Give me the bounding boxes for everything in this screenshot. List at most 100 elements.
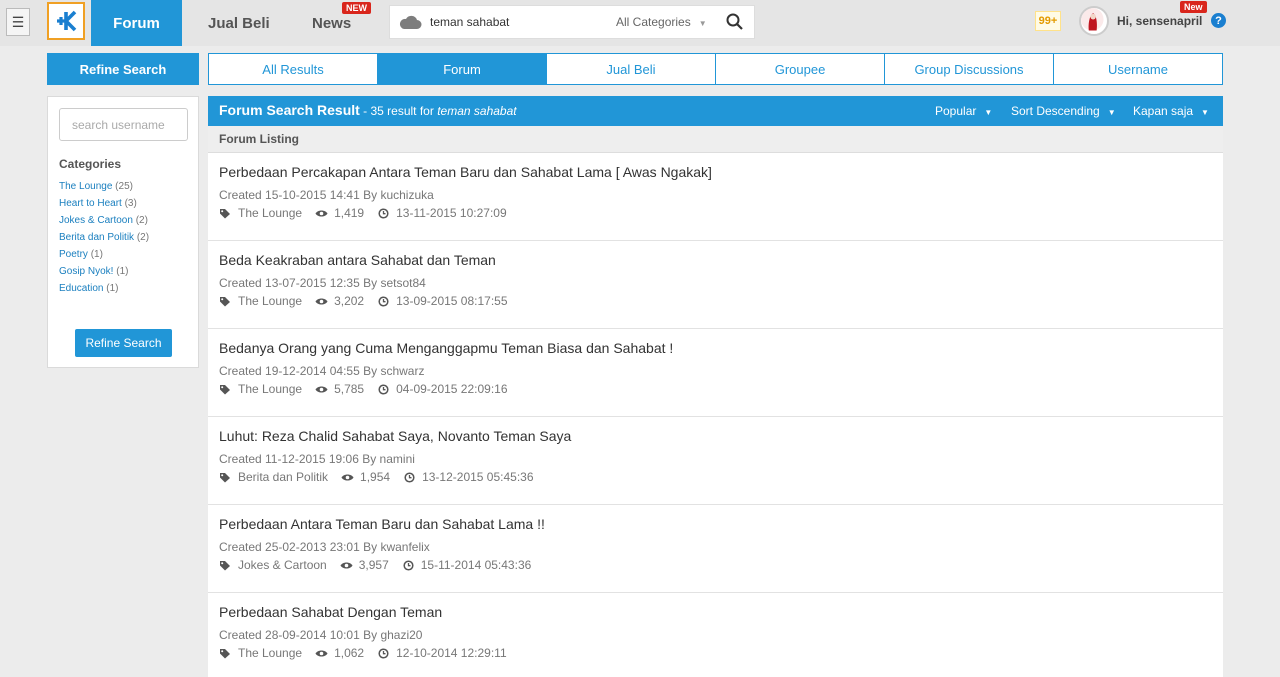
- search-input[interactable]: [430, 6, 590, 38]
- time-filter-dropdown[interactable]: Kapan saja ▼: [1133, 104, 1209, 118]
- search-category-label: All Categories: [616, 15, 691, 29]
- thread-category[interactable]: The Lounge: [238, 382, 302, 396]
- tab-group-discussions[interactable]: Group Discussions: [885, 53, 1054, 85]
- category-count: (1): [116, 266, 129, 277]
- tab-username[interactable]: Username: [1054, 53, 1223, 85]
- category-link-education[interactable]: Education: [59, 283, 103, 294]
- search-category-select[interactable]: All Categories ▼: [616, 15, 707, 29]
- category-item: Berita dan Politik (2): [59, 229, 149, 246]
- thread-category[interactable]: The Lounge: [238, 206, 302, 220]
- category-link-poetry[interactable]: Poetry: [59, 249, 88, 260]
- thread-category[interactable]: Jokes & Cartoon: [238, 558, 327, 572]
- category-link-gosip-nyok[interactable]: Gosip Nyok!: [59, 266, 113, 277]
- thread-created: Created 28-09-2014 10:01 By ghazi20: [219, 628, 423, 642]
- thread-list: Perbedaan Percakapan Antara Teman Baru d…: [208, 153, 1223, 677]
- thread-title[interactable]: Perbedaan Antara Teman Baru dan Sahabat …: [219, 516, 545, 532]
- category-item: Education (1): [59, 280, 149, 297]
- thread-last-group: 12-10-2014 12:29:11: [377, 646, 507, 660]
- thread-category-group: The Lounge: [219, 206, 302, 220]
- thread-views: 1,419: [334, 206, 365, 220]
- thread-created: Created 25-02-2013 23:01 By kwanfelix: [219, 540, 430, 554]
- thread-category[interactable]: The Lounge: [238, 646, 302, 660]
- clock-icon: [403, 559, 414, 571]
- refine-search-header: Refine Search: [47, 53, 199, 85]
- clock-icon: [378, 647, 389, 659]
- category-link-the-lounge[interactable]: The Lounge: [59, 181, 112, 192]
- thread-category[interactable]: The Lounge: [238, 294, 302, 308]
- caret-down-icon: ▼: [698, 19, 707, 28]
- category-count: (1): [90, 249, 103, 260]
- thread-meta: The Lounge 1,062 12-10-2014 12:29:11: [219, 646, 520, 660]
- thread-views: 5,785: [334, 382, 365, 396]
- category-count: (3): [124, 198, 137, 209]
- thread-item: Perbedaan Percakapan Antara Teman Baru d…: [208, 153, 1223, 241]
- category-count: (1): [106, 283, 119, 294]
- help-icon[interactable]: ?: [1211, 13, 1226, 28]
- news-new-badge: NEW: [342, 2, 371, 14]
- thread-last-post: 12-10-2014 12:29:11: [396, 646, 507, 660]
- eye-icon: [341, 474, 354, 480]
- clock-icon: [378, 383, 389, 395]
- clock-icon: [378, 207, 389, 219]
- menu-icon[interactable]: ☰: [6, 8, 30, 36]
- refine-search-button[interactable]: Refine Search: [75, 329, 172, 357]
- thread-title[interactable]: Beda Keakraban antara Sahabat dan Teman: [219, 252, 496, 268]
- result-title-line: Forum Search Result - 35 result for tema…: [219, 102, 517, 118]
- user-greeting[interactable]: Hi, sensenapril: [1117, 14, 1202, 28]
- category-item: Gosip Nyok! (1): [59, 263, 149, 280]
- caret-down-icon: ▼: [1201, 108, 1209, 117]
- eye-icon: [315, 386, 328, 392]
- thread-title[interactable]: Luhut: Reza Chalid Sahabat Saya, Novanto…: [219, 428, 571, 444]
- thread-views: 3,957: [358, 558, 389, 572]
- nav-forum[interactable]: Forum: [91, 0, 182, 46]
- thread-item: Perbedaan Antara Teman Baru dan Sahabat …: [208, 505, 1223, 593]
- avatar-image: [1081, 8, 1104, 31]
- result-header: Forum Search Result - 35 result for tema…: [208, 96, 1223, 126]
- thread-category-group: Berita dan Politik: [219, 470, 328, 484]
- eye-icon: [340, 562, 353, 568]
- thread-created: Created 11-12-2015 19:06 By namini: [219, 452, 415, 466]
- thread-title[interactable]: Perbedaan Percakapan Antara Teman Baru d…: [219, 164, 712, 180]
- thread-meta: The Lounge 1,419 13-11-2015 10:27:09: [219, 206, 520, 220]
- result-title: Forum Search Result: [219, 102, 360, 118]
- result-tabs: All Results Forum Jual Beli Groupee Grou…: [208, 53, 1223, 85]
- forum-listing-label: Forum Listing: [208, 126, 1223, 153]
- search-box: All Categories ▼: [389, 5, 755, 39]
- clock-icon: [378, 295, 389, 307]
- category-item: Heart to Heart (3): [59, 195, 149, 212]
- thread-meta: The Lounge 3,202 13-09-2015 08:17:55: [219, 294, 521, 308]
- tab-forum[interactable]: Forum: [378, 53, 547, 85]
- category-link-berita-politik[interactable]: Berita dan Politik: [59, 232, 134, 243]
- thread-category[interactable]: Berita dan Politik: [238, 470, 328, 484]
- sort-order-label: Sort Descending: [1011, 104, 1100, 118]
- thread-created: Created 13-07-2015 12:35 By setsot84: [219, 276, 426, 290]
- sort-order-dropdown[interactable]: Sort Descending ▼: [1011, 104, 1116, 118]
- thread-meta: The Lounge 5,785 04-09-2015 22:09:16: [219, 382, 521, 396]
- tab-groupee[interactable]: Groupee: [716, 53, 885, 85]
- username-search-input[interactable]: [59, 108, 188, 141]
- category-item: Jokes & Cartoon (2): [59, 212, 149, 229]
- notification-badge[interactable]: 99+: [1035, 11, 1061, 31]
- thread-views: 3,202: [334, 294, 365, 308]
- tag-icon: [220, 560, 230, 570]
- kaskus-logo-icon: [57, 10, 77, 32]
- tab-all-results[interactable]: All Results: [208, 53, 378, 85]
- tab-jual-beli[interactable]: Jual Beli: [547, 53, 716, 85]
- top-bar: ☰ Forum Jual Beli News NEW All Categorie…: [0, 0, 1280, 46]
- clock-icon: [404, 471, 415, 483]
- category-count: (2): [135, 215, 148, 226]
- refine-panel: Categories The Lounge (25) Heart to Hear…: [47, 96, 199, 368]
- avatar[interactable]: [1079, 6, 1109, 36]
- sort-popular-dropdown[interactable]: Popular ▼: [935, 104, 992, 118]
- thread-last-group: 15-11-2014 05:43:36: [402, 558, 531, 572]
- nav-jual-beli[interactable]: Jual Beli: [208, 0, 270, 46]
- thread-title[interactable]: Bedanya Orang yang Cuma Menganggapmu Tem…: [219, 340, 673, 356]
- category-count: (2): [136, 232, 150, 243]
- thread-title[interactable]: Perbedaan Sahabat Dengan Teman: [219, 604, 442, 620]
- category-item: The Lounge (25): [59, 178, 149, 195]
- category-link-jokes-cartoon[interactable]: Jokes & Cartoon: [59, 215, 133, 226]
- logo[interactable]: [47, 2, 85, 40]
- search-icon[interactable]: [725, 12, 745, 32]
- category-link-heart-to-heart[interactable]: Heart to Heart: [59, 198, 122, 209]
- thread-item: Luhut: Reza Chalid Sahabat Saya, Novanto…: [208, 417, 1223, 505]
